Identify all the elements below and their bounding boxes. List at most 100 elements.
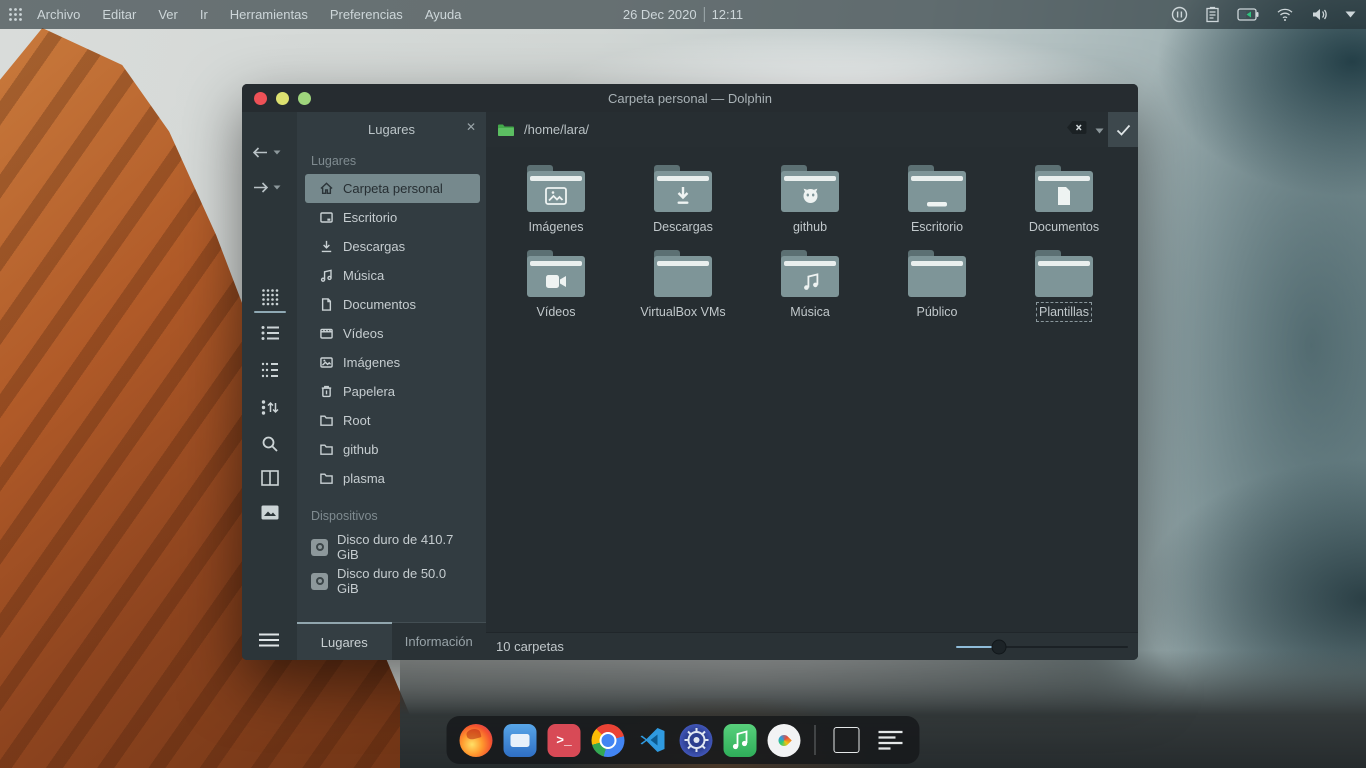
files-app-icon[interactable] [504, 724, 537, 757]
folder-publico[interactable]: Público [887, 250, 987, 319]
place-imagenes[interactable]: Imágenes [305, 348, 480, 377]
pause-circle-icon[interactable] [1171, 6, 1188, 23]
drive-icon [311, 573, 328, 590]
folder-documentos[interactable]: Documentos [1014, 165, 1114, 234]
close-panel-icon[interactable]: ✕ [466, 121, 476, 133]
window-title: Carpeta personal — Dolphin [608, 91, 772, 106]
download-emblem-icon [654, 181, 712, 211]
path-dropdown-caret-icon[interactable] [1095, 121, 1104, 139]
menu-herramientas[interactable]: Herramientas [230, 7, 308, 22]
tab-informacion[interactable]: Información [392, 622, 487, 660]
folder-label: Imágenes [529, 220, 584, 234]
clear-path-icon[interactable] [1066, 120, 1087, 140]
settings-icon[interactable] [680, 724, 713, 757]
firefox-icon[interactable] [460, 724, 493, 757]
folder-videos[interactable]: Vídeos [506, 250, 606, 319]
place-github[interactable]: github [305, 435, 480, 464]
device-disk-410[interactable]: Disco duro de 410.7 GiB [305, 531, 480, 563]
place-plasma[interactable]: plasma [305, 464, 480, 493]
tab-lugares[interactable]: Lugares [297, 622, 392, 660]
folder-escritorio[interactable]: Escritorio [887, 165, 987, 234]
window-titlebar[interactable]: Carpeta personal — Dolphin [242, 84, 1138, 112]
volume-icon[interactable] [1311, 7, 1328, 22]
place-musica[interactable]: Música [305, 261, 480, 290]
compact-view-button[interactable] [261, 362, 279, 380]
place-label: Root [343, 413, 370, 428]
menu-ayuda[interactable]: Ayuda [425, 7, 462, 22]
place-label: Documentos [343, 297, 416, 312]
devices-section-label: Dispositivos [297, 493, 486, 529]
place-label: Imágenes [343, 355, 400, 370]
forward-button[interactable] [252, 181, 281, 194]
video-emblem-icon [527, 266, 585, 296]
color-picker-icon[interactable] [768, 724, 801, 757]
folder-label: Música [790, 305, 830, 319]
zoom-slider[interactable] [956, 640, 1128, 654]
place-carpeta-personal[interactable]: Carpeta personal [305, 174, 480, 203]
terminal-icon[interactable]: >_ [548, 724, 581, 757]
clock[interactable]: 26 Dec 2020 12:11 [623, 7, 743, 22]
place-escritorio[interactable]: Escritorio [305, 203, 480, 232]
search-icon[interactable] [261, 435, 279, 453]
preview-button[interactable] [261, 505, 279, 523]
music-emblem-icon [781, 266, 839, 296]
dock: >_ [447, 716, 920, 764]
task-list-icon[interactable] [874, 724, 907, 757]
time-label: 12:11 [704, 7, 744, 22]
green-folder-icon [497, 123, 514, 137]
folder-imagenes[interactable]: Imágenes [506, 165, 606, 234]
folder-label: Plantillas [1039, 305, 1089, 319]
place-root[interactable]: Root [305, 406, 480, 435]
accept-path-button[interactable] [1108, 112, 1138, 147]
tray-expand-caret-icon[interactable] [1345, 11, 1356, 18]
wifi-icon[interactable] [1276, 7, 1294, 22]
close-window-button[interactable] [254, 92, 267, 105]
minimize-window-button[interactable] [276, 92, 289, 105]
battery-charging-icon[interactable] [1237, 8, 1259, 21]
place-documentos[interactable]: Documentos [305, 290, 480, 319]
folder-github[interactable]: github [760, 165, 860, 234]
sort-button[interactable] [261, 399, 279, 417]
place-label: Escritorio [343, 210, 397, 225]
date-label: 26 Dec 2020 [623, 7, 697, 22]
maximize-window-button[interactable] [298, 92, 311, 105]
menu-editar[interactable]: Editar [102, 7, 136, 22]
list-view-button[interactable] [261, 325, 279, 343]
chrome-icon[interactable] [592, 724, 625, 757]
zoom-slider-handle[interactable] [992, 639, 1007, 654]
vscode-icon[interactable] [636, 724, 669, 757]
device-disk-50[interactable]: Disco duro de 50.0 GiB [305, 565, 480, 597]
music-app-icon[interactable] [724, 724, 757, 757]
main-view: /home/lara/ [486, 112, 1138, 660]
show-desktop-icon[interactable] [830, 724, 863, 757]
place-papelera[interactable]: Papelera [305, 377, 480, 406]
folder-plantillas[interactable]: Plantillas [1014, 250, 1114, 319]
folder-grid[interactable]: Imágenes Descargas github Escritorio [486, 147, 1138, 632]
music-icon [319, 268, 334, 283]
folder-virtualbox-vms[interactable]: VirtualBox VMs [633, 250, 733, 319]
folder-descargas[interactable]: Descargas [633, 165, 733, 234]
folder-icon [319, 413, 334, 428]
icons-view-button[interactable] [261, 288, 279, 306]
menu-archivo[interactable]: Archivo [37, 7, 80, 22]
place-videos[interactable]: Vídeos [305, 319, 480, 348]
device-label: Disco duro de 410.7 GiB [337, 532, 453, 562]
place-label: Carpeta personal [343, 181, 443, 196]
back-button[interactable] [252, 146, 281, 159]
menu-ir[interactable]: Ir [200, 7, 208, 22]
menu-ver[interactable]: Ver [158, 7, 178, 22]
place-label: Descargas [343, 239, 405, 254]
place-label: Música [343, 268, 384, 283]
menu-hamburger-icon[interactable] [259, 633, 279, 647]
folder-musica[interactable]: Música [760, 250, 860, 319]
location-bar[interactable]: /home/lara/ [486, 112, 1138, 147]
video-icon [319, 326, 334, 341]
clipboard-icon[interactable] [1205, 6, 1220, 23]
split-view-button[interactable] [261, 470, 279, 488]
place-label: github [343, 442, 378, 457]
place-descargas[interactable]: Descargas [305, 232, 480, 261]
menu-preferencias[interactable]: Preferencias [330, 7, 403, 22]
folder-label: Documentos [1029, 220, 1099, 234]
app-launcher-icon[interactable] [8, 7, 23, 22]
path-text[interactable]: /home/lara/ [524, 122, 589, 137]
